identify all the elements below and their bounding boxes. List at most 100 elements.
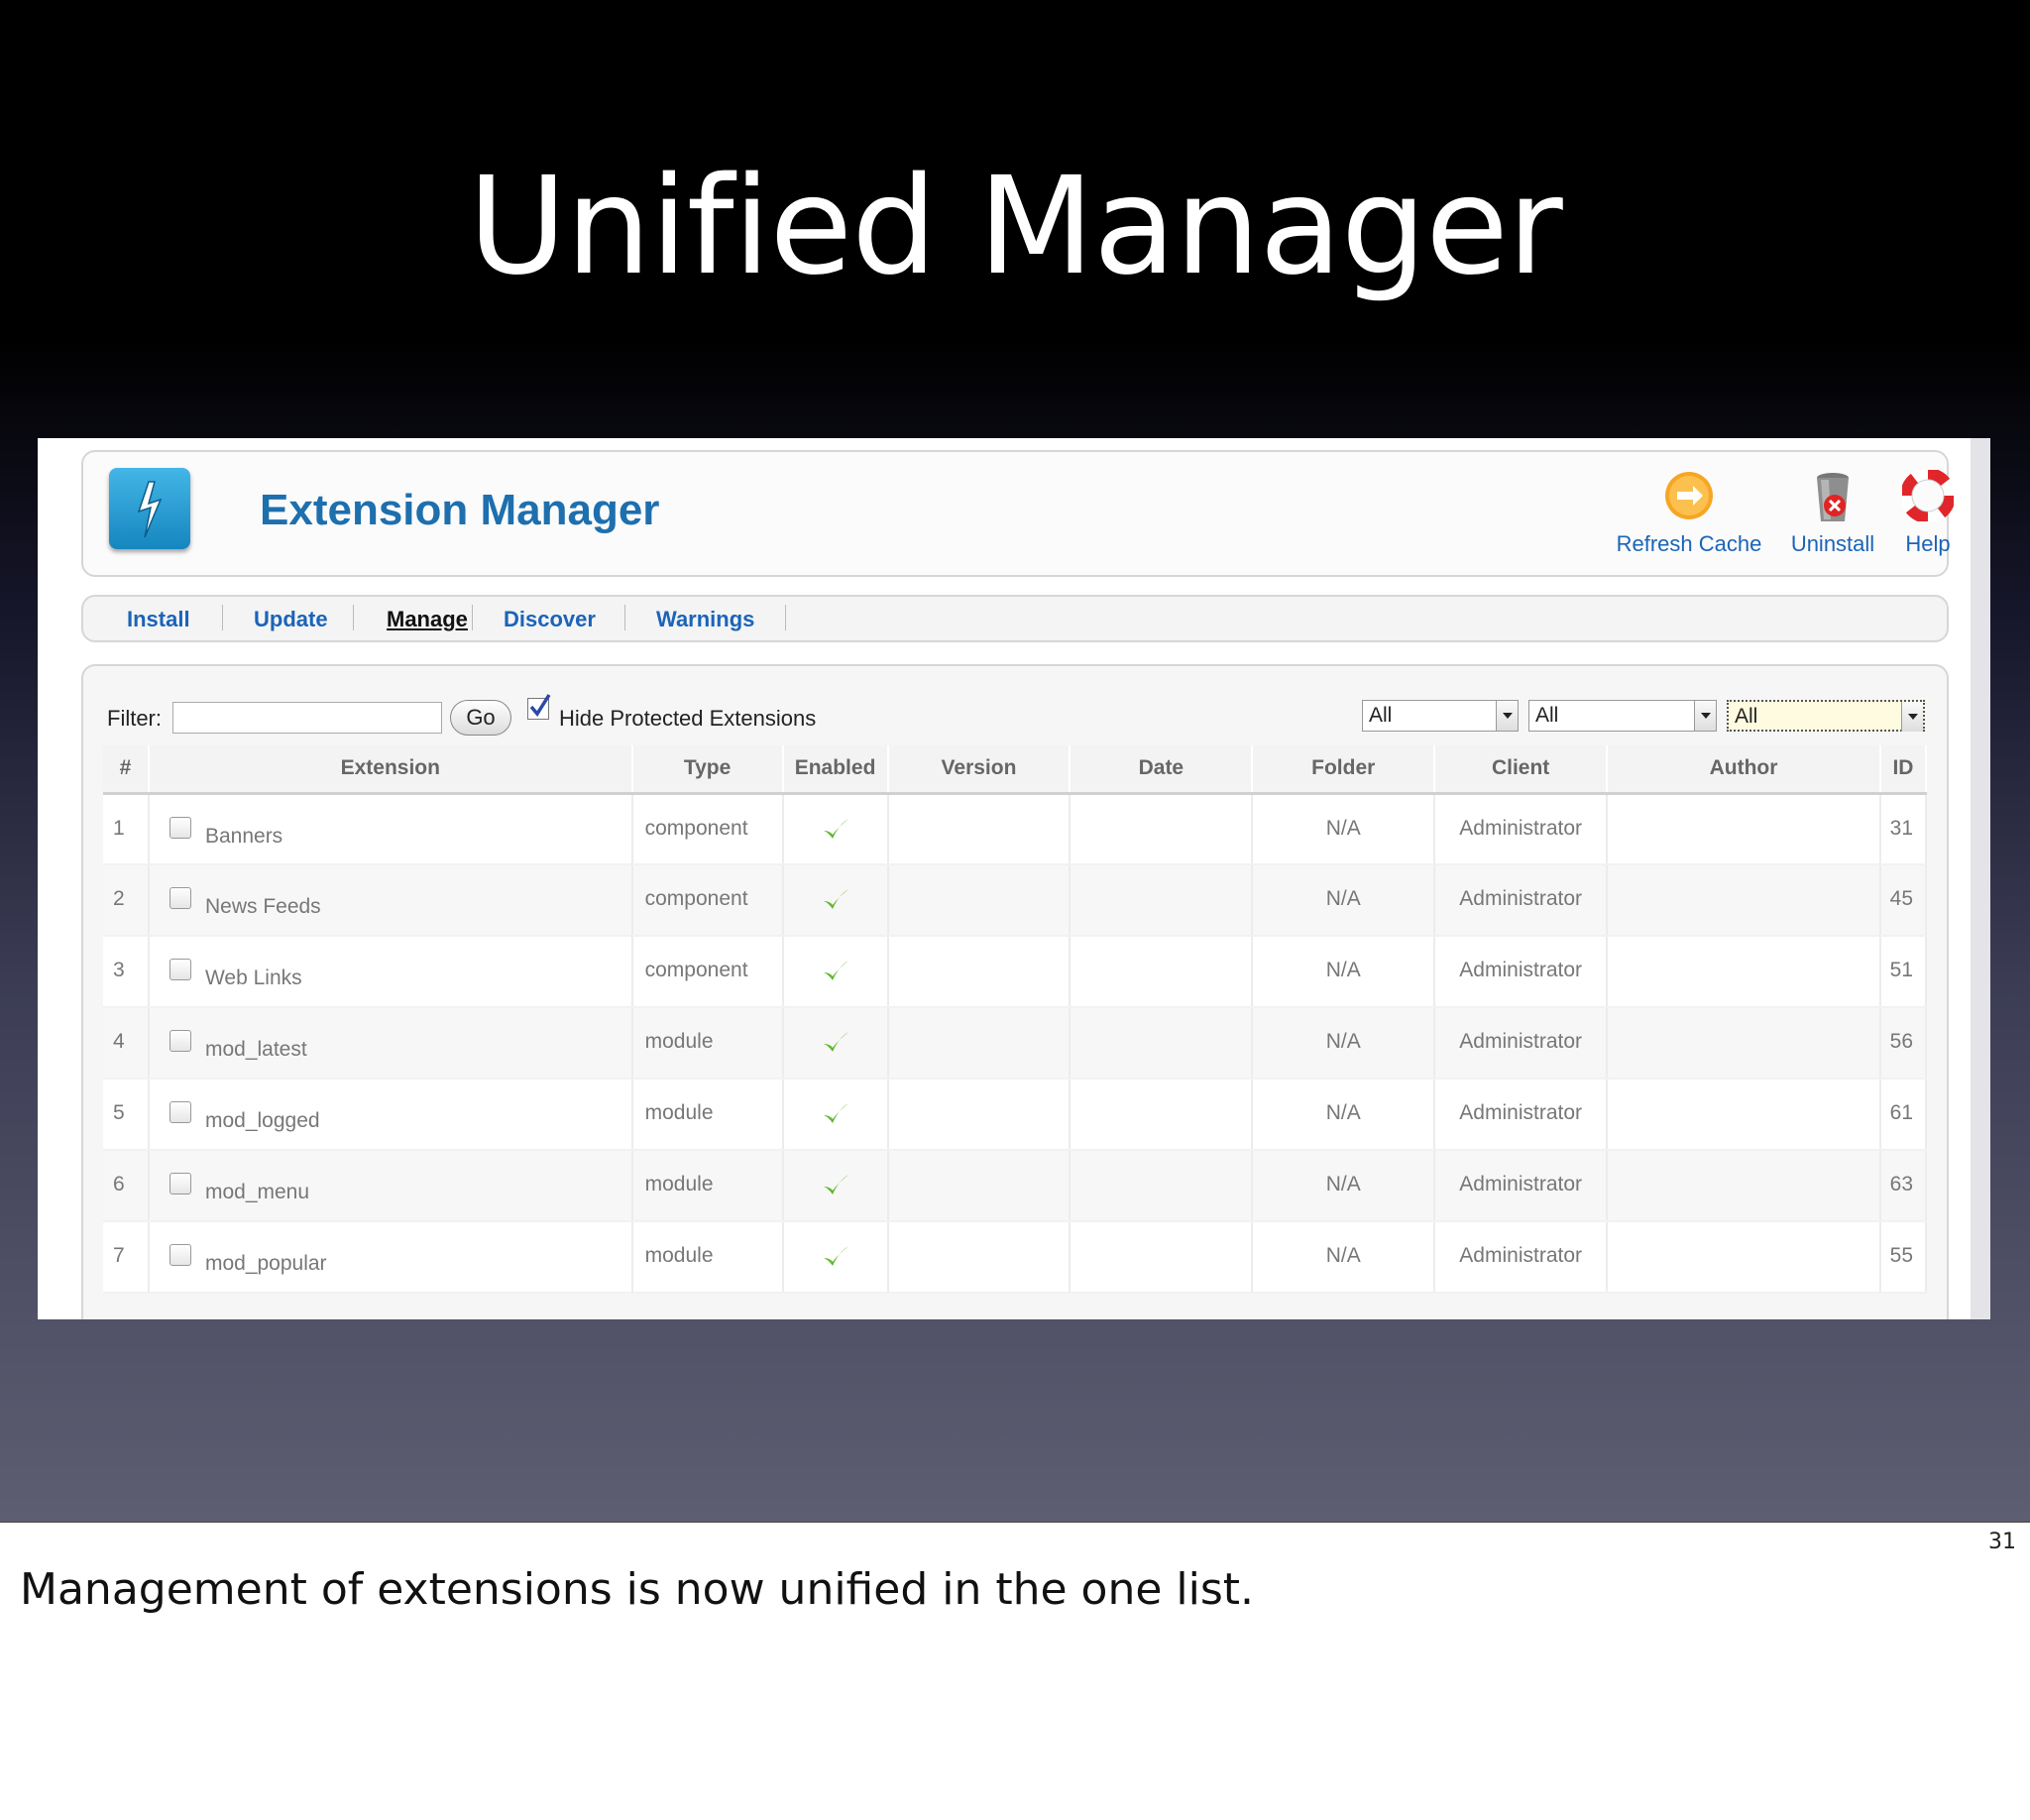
speaker-notes: Management of extensions is now unified …	[20, 1564, 1255, 1615]
extension-cell: mod_logged	[148, 1079, 633, 1151]
extension-type: module	[631, 1079, 784, 1151]
row-select-checkbox[interactable]	[169, 1173, 191, 1194]
uninstall-label: Uninstall	[1790, 531, 1875, 556]
folder-cell: N/A	[1252, 793, 1436, 865]
id-cell: 63	[1879, 1150, 1928, 1222]
client-cell: Administrator	[1434, 793, 1609, 865]
header-bar: Extension Manager Refresh Cache Uninstal…	[81, 450, 1956, 577]
folder-cell: N/A	[1252, 936, 1436, 1008]
column-header-date[interactable]: Date	[1070, 745, 1254, 795]
version-cell	[887, 864, 1071, 937]
version-cell	[887, 793, 1071, 865]
enabled-cell	[782, 864, 889, 937]
client-cell: Administrator	[1434, 1079, 1609, 1151]
help-button[interactable]: Help	[1893, 468, 1963, 557]
enabled-check-icon[interactable]	[821, 1246, 850, 1275]
row-number: 2	[103, 864, 150, 937]
row-select-checkbox[interactable]	[169, 887, 191, 909]
extension-list-panel: Filter: Go Hide Protected Extensions All…	[81, 664, 1949, 1319]
refresh-cache-label: Refresh Cache	[1616, 531, 1762, 556]
row-select-checkbox[interactable]	[169, 959, 191, 980]
column-header-enabled[interactable]: Enabled	[782, 745, 889, 795]
extension-type: component	[631, 864, 784, 937]
filter-label: Filter:	[107, 706, 162, 731]
extension-cell: Banners	[148, 793, 633, 865]
submenu-tabs: Install Update Manage Discover Warnings	[81, 595, 1949, 642]
column-header-client[interactable]: Client	[1434, 745, 1609, 795]
extension-type: module	[631, 1221, 784, 1294]
version-cell	[887, 1150, 1071, 1222]
enabled-check-icon[interactable]	[821, 1175, 850, 1203]
chevron-down-icon	[1694, 701, 1716, 731]
column-header-folder[interactable]: Folder	[1252, 745, 1436, 795]
extension-type: module	[631, 1150, 784, 1222]
enabled-cell	[782, 1079, 889, 1151]
id-cell: 31	[1879, 793, 1928, 865]
tab-install[interactable]: Install	[127, 607, 190, 632]
go-button[interactable]: Go	[450, 700, 511, 736]
author-cell	[1607, 1150, 1881, 1222]
enabled-cell	[782, 936, 889, 1008]
refresh-cache-button[interactable]: Refresh Cache	[1610, 470, 1768, 557]
tab-discover[interactable]: Discover	[504, 607, 596, 632]
status-filter-value: All	[1735, 705, 1758, 728]
row-select-checkbox[interactable]	[169, 1030, 191, 1052]
trash-icon	[1807, 470, 1859, 525]
row-select-checkbox[interactable]	[169, 1244, 191, 1266]
column-header-author[interactable]: Author	[1607, 745, 1881, 795]
enabled-cell	[782, 1221, 889, 1294]
id-cell: 61	[1879, 1079, 1928, 1151]
extension-cell: mod_latest	[148, 1007, 633, 1080]
date-cell	[1070, 1007, 1254, 1080]
tab-update[interactable]: Update	[254, 607, 328, 632]
table-row: 3 Web Links component N/A Administrator 51	[103, 936, 1928, 1008]
extension-type: component	[631, 793, 784, 865]
folder-cell: N/A	[1252, 1150, 1436, 1222]
row-select-checkbox[interactable]	[169, 816, 191, 839]
tab-separator	[624, 605, 625, 630]
row-number: 3	[103, 936, 150, 1008]
extension-type: module	[631, 1007, 784, 1080]
slide-number: 31	[1988, 1530, 2016, 1554]
status-filter-select[interactable]: All	[1727, 700, 1925, 732]
column-header-number[interactable]: #	[103, 745, 150, 795]
uninstall-button[interactable]: Uninstall	[1778, 470, 1887, 557]
client-cell: Administrator	[1434, 936, 1609, 1008]
enabled-cell	[782, 1150, 889, 1222]
client-filter-select[interactable]: All	[1528, 700, 1717, 732]
date-cell	[1070, 1079, 1254, 1151]
column-header-type[interactable]: Type	[631, 745, 784, 795]
date-cell	[1070, 864, 1254, 937]
author-cell	[1607, 864, 1881, 937]
filter-input[interactable]	[172, 702, 442, 734]
enabled-check-icon[interactable]	[821, 1032, 850, 1061]
row-number: 5	[103, 1079, 150, 1151]
enabled-check-icon[interactable]	[821, 818, 850, 848]
extension-cell: mod_popular	[148, 1221, 633, 1294]
enabled-check-icon[interactable]	[821, 961, 850, 989]
enabled-check-icon[interactable]	[821, 889, 850, 918]
date-cell	[1070, 793, 1254, 865]
version-cell	[887, 1079, 1071, 1151]
extension-name: mod_latest	[204, 1038, 307, 1061]
row-select-checkbox[interactable]	[169, 1101, 191, 1123]
extension-name: mod_menu	[204, 1181, 310, 1203]
column-header-extension[interactable]: Extension	[148, 745, 633, 795]
type-filter-select[interactable]: All	[1362, 700, 1519, 732]
table-row: 6 mod_menu module N/A Administrator 63	[103, 1150, 1928, 1222]
tab-warnings[interactable]: Warnings	[656, 607, 754, 632]
extension-type: component	[631, 936, 784, 1008]
id-cell: 55	[1879, 1221, 1928, 1294]
lifebuoy-icon	[1900, 468, 1956, 525]
hide-protected-checkbox[interactable]	[527, 694, 551, 720]
column-header-id[interactable]: ID	[1879, 745, 1928, 795]
tab-manage[interactable]: Manage	[387, 607, 468, 632]
client-cell: Administrator	[1434, 864, 1609, 937]
folder-cell: N/A	[1252, 1007, 1436, 1080]
column-header-version[interactable]: Version	[887, 745, 1071, 795]
enabled-check-icon[interactable]	[821, 1103, 850, 1132]
author-cell	[1607, 936, 1881, 1008]
hide-protected-label: Hide Protected Extensions	[559, 706, 817, 731]
type-filter-value: All	[1369, 704, 1393, 727]
row-number: 1	[103, 793, 150, 865]
